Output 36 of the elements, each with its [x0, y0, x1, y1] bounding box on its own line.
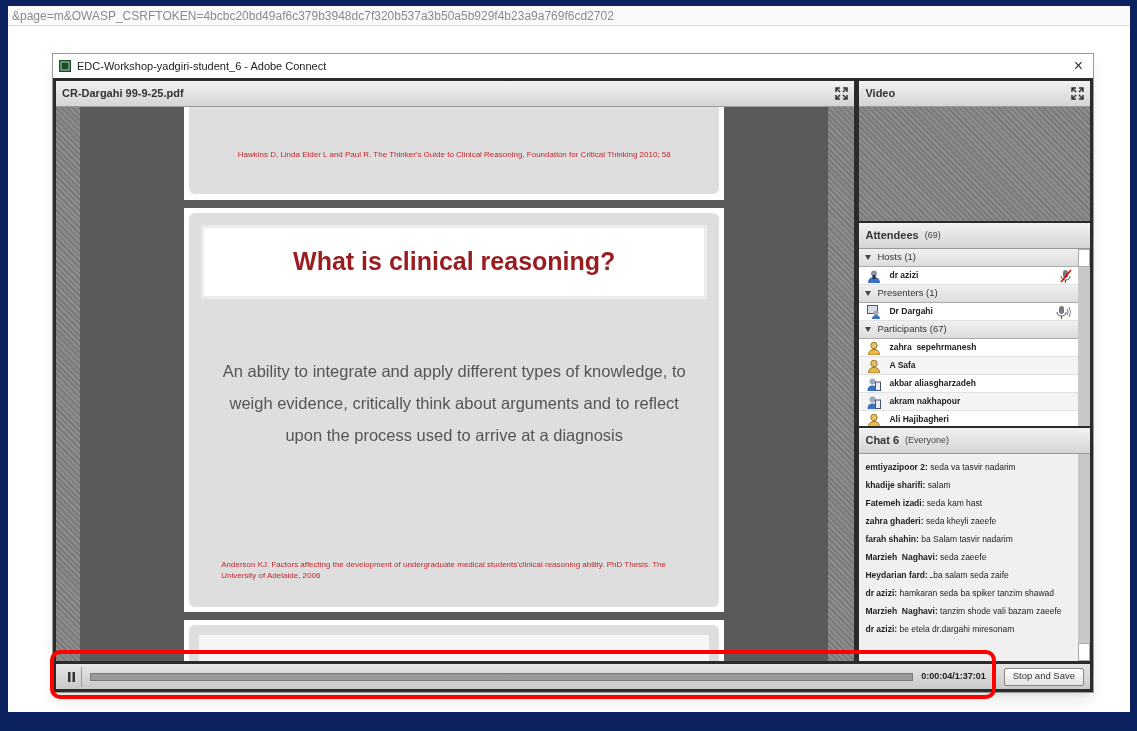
chat-message: emtiyazipoor 2: seda va tasvir nadarim [865, 461, 1017, 474]
playback-time: 0:00:04/1:37:01 [921, 669, 986, 683]
pod-title: CR-Dargahi 99-9-25.pdf [62, 86, 184, 102]
app-icon [59, 60, 71, 72]
chat-message: dr azizi: be etela dr.dargahi miresonam [865, 623, 1016, 636]
pod-count: (Everyone) [905, 433, 950, 447]
slide-citation: Anderson KJ. Factors affecting the development of undergraduate medical students'clinical reasoning ability. PhD Thesis. The University of Adelaide, 2006 [220, 559, 667, 582]
caret-down-icon [865, 291, 872, 296]
pod-count: (69) [924, 228, 941, 242]
chat-message: Fatemeh izadi: seda kam hast [865, 497, 984, 510]
group-header[interactable]: Presenters (1) [859, 285, 1078, 303]
slide-citation: Hawkins D, Linda Elder L and Paul R. The Thinker's Guide to Clinical Reasoning, Foundation for Critical Thinking 2010; 58 [237, 148, 671, 161]
group-header[interactable]: Hosts (1) [859, 249, 1078, 267]
fullscreen-icon[interactable] [1071, 87, 1084, 100]
chat-message: dr azizi: hamkaran seda ba spiker tanzim shawad [865, 587, 1055, 600]
chat-message: Marzieh Naghavi: seda zaeefe [865, 551, 988, 564]
pod-title: Chat 6 [865, 433, 900, 449]
slide-heading: What is clinical reasoning? [293, 246, 616, 278]
progress-track[interactable] [90, 672, 914, 681]
chat-message: zahra ghaderi: seda kheyli zaeefe [865, 515, 998, 528]
chat-message: farah shahin: ba Salam tasvir nadarim [865, 533, 1014, 546]
fullscreen-icon[interactable] [835, 87, 849, 100]
caret-down-icon [865, 255, 872, 260]
stop-and-save-button[interactable]: Stop and Save [1003, 667, 1084, 686]
scrollbar[interactable] [1078, 249, 1090, 426]
caret-down-icon [865, 327, 872, 332]
chat-message: khadije sharifi: salam [865, 479, 952, 492]
chat-message: Marzieh Naghavi: tanzim shode vali bazam zaeefe [865, 605, 1063, 618]
close-button[interactable]: × [1069, 58, 1087, 74]
scrollbar[interactable] [1078, 454, 1090, 661]
pause-icon [68, 671, 75, 682]
pod-title: Attendees [865, 228, 919, 244]
window-title: EDC-Workshop-yadgiri-student_6 - Adobe Connect [77, 58, 328, 74]
pod-title: Video [865, 86, 896, 102]
slide-body: An ability to integrate and apply different types of knowledge, to weigh evidence, critically think about arguments and to reflect upon the process used to arrive at a diagnosis [221, 361, 687, 446]
group-header[interactable]: Participants (67) [859, 321, 1078, 339]
